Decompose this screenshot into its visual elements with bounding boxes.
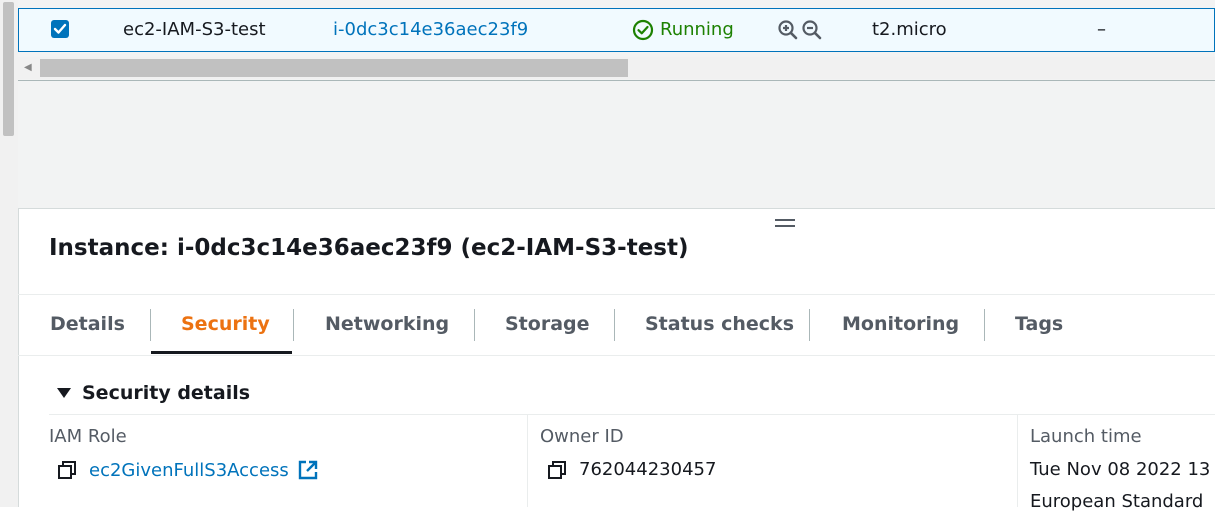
column-divider [527, 414, 528, 507]
launch-time-value: Tue Nov 08 2022 13 [1030, 459, 1211, 480]
section-title: Security details [82, 382, 251, 404]
owner-id-label: Owner ID [540, 426, 624, 447]
tab-monitoring[interactable]: Monitoring [842, 295, 959, 355]
detail-tabs: Details Security Networking Storage Stat… [18, 294, 1215, 356]
status-label: Running [660, 19, 734, 40]
table-row-selected[interactable]: ec2-IAM-S3-test i-0dc3c14e36aec23f9 Runn… [18, 8, 1215, 52]
instances-table-area: ec2-IAM-S3-test i-0dc3c14e36aec23f9 Runn… [18, 0, 1215, 209]
tab-status-checks[interactable]: Status checks [645, 295, 794, 355]
tab-separator [809, 309, 810, 341]
active-tab-indicator [151, 351, 292, 354]
launch-time-timezone: European Standard [1030, 491, 1204, 512]
column-divider [1017, 414, 1018, 507]
empty-cell: – [1097, 19, 1106, 40]
copy-icon[interactable] [57, 460, 77, 480]
zoom-in-icon[interactable] [777, 19, 799, 41]
zoom-out-icon[interactable] [801, 19, 823, 41]
copy-icon[interactable] [547, 460, 567, 480]
iam-role-value: ec2GivenFullS3Access [57, 459, 319, 481]
instance-name: ec2-IAM-S3-test [123, 19, 266, 40]
resize-handle-icon[interactable] [775, 219, 795, 229]
tab-separator [293, 309, 294, 341]
page-scrollbar-thumb[interactable] [3, 2, 14, 136]
tab-details[interactable]: Details [50, 295, 125, 355]
tab-tags[interactable]: Tags [1015, 295, 1063, 355]
tab-separator [984, 309, 985, 341]
tab-storage[interactable]: Storage [505, 295, 590, 355]
instance-title: Instance: i-0dc3c14e36aec23f9 (ec2-IAM-S… [49, 235, 689, 261]
triangle-down-icon [57, 388, 71, 398]
tab-separator [614, 309, 615, 341]
section-divider [49, 414, 1215, 415]
instance-type: t2.micro [872, 19, 947, 40]
page-scrollbar[interactable] [0, 0, 19, 507]
owner-id-text: 762044230457 [579, 459, 717, 480]
launch-time-label: Launch time [1030, 426, 1142, 447]
external-link-icon[interactable] [297, 459, 319, 481]
divider [18, 80, 1215, 81]
tab-separator [150, 309, 151, 341]
status-running-icon [632, 19, 654, 41]
instance-id-link[interactable]: i-0dc3c14e36aec23f9 [333, 19, 528, 41]
owner-id-value: 762044230457 [547, 459, 716, 480]
zoom-controls [777, 19, 823, 41]
row-checkbox[interactable] [51, 20, 69, 38]
security-details-toggle[interactable]: Security details [56, 382, 250, 404]
scroll-left-icon[interactable]: ◀ [24, 62, 32, 73]
instance-status: Running [632, 19, 734, 41]
iam-role-link[interactable]: ec2GivenFullS3Access [89, 460, 289, 481]
horizontal-scrollbar-thumb[interactable] [40, 59, 628, 77]
horizontal-scrollbar[interactable]: ◀ [18, 57, 1215, 79]
tab-separator [474, 309, 475, 341]
iam-role-label: IAM Role [49, 426, 127, 447]
tab-security[interactable]: Security [181, 295, 270, 355]
checkbox-checked-icon [53, 23, 67, 34]
tab-networking[interactable]: Networking [325, 295, 449, 355]
